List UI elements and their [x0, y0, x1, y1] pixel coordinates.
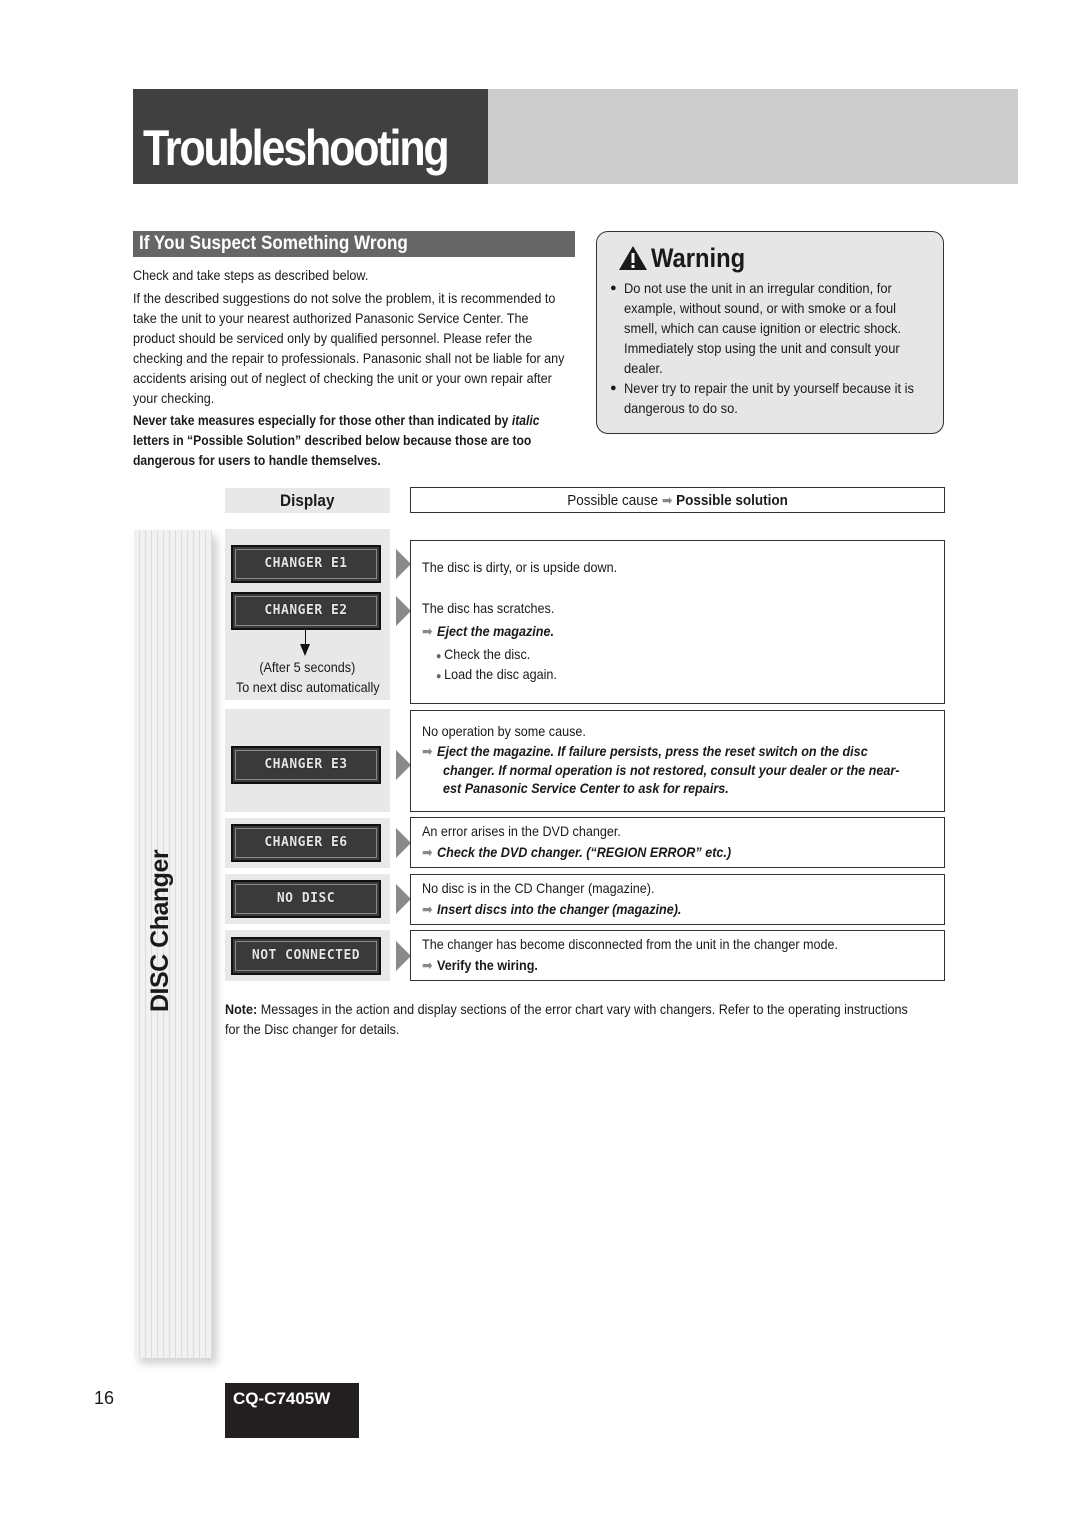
lcd-display-changer-e3: CHANGER E3	[231, 746, 381, 784]
possible-solution: ➡ Insert discs into the changer (magazine…	[422, 901, 682, 917]
bullet-icon: ●	[610, 382, 617, 394]
warning-item: ● Do not use the unit in an irregular co…	[610, 280, 902, 376]
pointer-arrow-icon	[396, 596, 411, 626]
possible-cause: The disc has scratches.	[422, 600, 555, 616]
warning-header: Warning	[618, 242, 758, 274]
caution-text: Never take measures especially for those…	[133, 411, 574, 471]
lcd-display-changer-e1: CHANGER E1	[231, 545, 381, 583]
possible-solution: ➡ Eject the magazine.	[422, 623, 555, 639]
possible-solution: est Panasonic Service Center to ask for …	[443, 780, 729, 796]
page-title: Troubleshooting	[143, 120, 450, 176]
possible-solution-label: Possible solution	[676, 492, 788, 509]
arrow-right-icon: ➡	[661, 492, 673, 508]
page-number: 16	[94, 1388, 115, 1408]
possible-cause: The disc is dirty, or is upside down.	[422, 559, 618, 575]
bullet-icon: ●	[610, 282, 617, 294]
display-caption: To next disc automatically	[235, 679, 380, 695]
note-text: Note: Messages in the action and display…	[225, 1001, 908, 1037]
note-label: Note:	[225, 1001, 258, 1017]
caution-italic: italic	[511, 413, 540, 428]
solution-step: ● Load the disc again.	[436, 666, 557, 682]
possible-cause-label: Possible cause	[567, 492, 658, 509]
arrow-right-icon: ➡	[422, 901, 433, 917]
possible-cause: The changer has become disconnected from…	[422, 936, 839, 952]
side-tab-label: DISC Changer	[146, 849, 174, 1012]
cause-solution-header: Possible cause ➡ Possible solution	[410, 487, 945, 513]
display-caption: (After 5 seconds)	[259, 659, 356, 675]
caution-prefix: Never take measures especially for those…	[133, 413, 512, 428]
lcd-display-no-disc: NO DISC	[231, 880, 381, 918]
possible-solution: ➡ Check the DVD changer. (“REGION ERROR” …	[422, 844, 732, 860]
possible-solution: ➡ Eject the magazine. If failure persists…	[422, 743, 868, 759]
pointer-arrow-icon	[396, 828, 411, 858]
lcd-display-not-connected: NOT CONNECTED	[231, 937, 381, 975]
possible-cause: No disc is in the CD Changer (magazine).	[422, 880, 655, 896]
arrow-down-icon	[300, 644, 310, 656]
caution-suffix: letters in “Possible Solution” described…	[133, 433, 532, 468]
possible-solution: ➡ Verify the wiring.	[422, 957, 538, 973]
possible-cause: No operation by some cause.	[422, 723, 586, 739]
model-number: CQ-C7405W	[233, 1389, 331, 1408]
title-banner-light	[488, 89, 1018, 184]
warning-triangle-icon	[619, 246, 647, 270]
lcd-display-changer-e6: CHANGER E6	[231, 824, 381, 862]
warning-item: ● Never try to repair the unit by yourse…	[610, 380, 914, 416]
arrow-right-icon: ➡	[422, 844, 433, 860]
arrow-right-icon: ➡	[422, 957, 433, 973]
arrow-right-icon: ➡	[422, 623, 433, 639]
pointer-arrow-icon	[396, 941, 411, 971]
bullet-icon: ●	[436, 651, 442, 662]
possible-cause: An error arises in the DVD changer.	[422, 823, 621, 839]
arrow-right-icon: ➡	[422, 743, 433, 759]
intro-text: Check and take steps as described below.	[133, 267, 369, 283]
bullet-icon: ●	[436, 671, 442, 682]
intro-paragraph: If the described suggestions do not solv…	[133, 290, 565, 406]
pointer-arrow-icon	[396, 750, 411, 780]
section-title: If You Suspect Something Wrong	[139, 233, 408, 254]
display-column-header: Display	[225, 488, 390, 513]
warning-title: Warning	[651, 243, 746, 273]
pointer-arrow-icon	[396, 549, 411, 579]
lcd-display-changer-e2: CHANGER E2	[231, 592, 381, 630]
pointer-arrow-icon	[396, 884, 411, 914]
possible-solution: changer. If normal operation is not rest…	[443, 762, 900, 778]
